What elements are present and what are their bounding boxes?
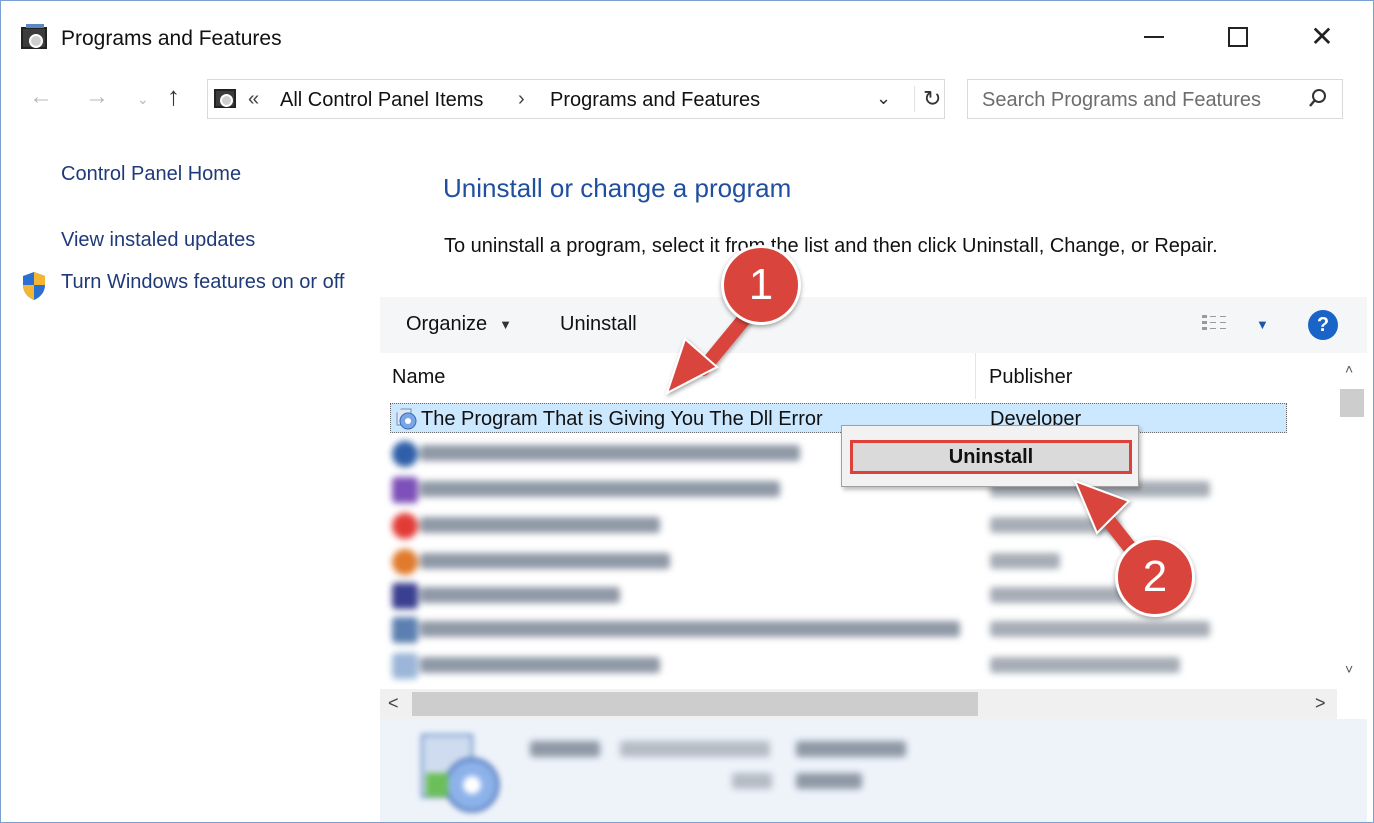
scroll-down-icon[interactable]: ˅: [1345, 661, 1353, 677]
close-button[interactable]: ✕: [1299, 17, 1345, 57]
organize-button[interactable]: Organize ▼: [406, 313, 512, 336]
maximize-icon: [1228, 27, 1248, 47]
program-icon: [392, 477, 418, 503]
blurred-text: [990, 621, 1210, 637]
scroll-up-icon[interactable]: ˄: [1345, 361, 1353, 377]
horizontal-scroll-thumb[interactable]: [412, 692, 978, 716]
minimize-button[interactable]: [1131, 17, 1177, 57]
window-title: Programs and Features: [61, 27, 282, 50]
blurred-text: [420, 621, 960, 637]
blurred-text: [990, 553, 1060, 569]
breadcrumb-overflow[interactable]: «: [248, 88, 259, 111]
program-icon: [396, 408, 417, 430]
blurred-text: [420, 553, 670, 569]
table-row[interactable]: The Program That is Giving You The Dll E…: [390, 403, 1287, 433]
breadcrumb-all-control-panel-items[interactable]: All Control Panel Items: [280, 89, 483, 112]
program-list: Name Publisher The Program That is Givin…: [380, 353, 1367, 719]
program-icon: [392, 513, 418, 539]
view-dropdown-icon[interactable]: ▼: [1256, 317, 1269, 332]
uninstall-toolbar-button[interactable]: Uninstall: [560, 313, 637, 336]
program-icon: [392, 441, 418, 467]
shield-icon: [23, 272, 45, 300]
search-icon[interactable]: [1308, 88, 1328, 114]
blurred-text: [796, 773, 862, 789]
page-description: To uninstall a program, select it from t…: [444, 235, 1218, 257]
blurred-text: [420, 445, 800, 461]
blurred-text: [990, 657, 1180, 673]
column-header-name[interactable]: Name: [380, 353, 976, 399]
blurred-text: [420, 587, 620, 603]
details-pane: [380, 719, 1367, 822]
search-input[interactable]: Search Programs and Features: [967, 79, 1343, 119]
blurred-text: [990, 587, 1130, 603]
control-panel-icon: [214, 89, 236, 108]
program-details-icon: [421, 734, 500, 813]
breadcrumb-programs-and-features[interactable]: Programs and Features: [550, 89, 760, 112]
step-1-badge: 1: [721, 245, 801, 325]
blurred-list-item[interactable]: [390, 439, 1287, 469]
minimize-icon: [1144, 36, 1164, 38]
program-icon: [392, 617, 418, 643]
blurred-text: [530, 741, 600, 757]
breadcrumb-separator-icon[interactable]: ›: [518, 88, 525, 111]
organize-label: Organize: [406, 313, 488, 335]
program-icon: [392, 549, 418, 575]
control-panel-icon: [21, 24, 47, 49]
help-icon[interactable]: ?: [1308, 310, 1338, 340]
program-name: The Program That is Giving You The Dll E…: [421, 408, 823, 430]
vertical-scrollbar[interactable]: ˄ ˅: [1337, 353, 1367, 689]
blurred-list-item[interactable]: [390, 475, 1287, 505]
close-icon: ✕: [1310, 21, 1334, 52]
vertical-scroll-thumb[interactable]: [1340, 389, 1364, 417]
scroll-right-icon[interactable]: >: [1315, 693, 1326, 714]
blurred-text: [420, 517, 660, 533]
search-placeholder: Search Programs and Features: [982, 89, 1262, 111]
column-header-publisher[interactable]: Publisher: [977, 353, 1337, 399]
page-title: Uninstall or change a program: [443, 173, 792, 203]
command-toolbar: Organize ▼ Uninstall ▼ ?: [380, 297, 1367, 353]
program-icon: [392, 653, 418, 679]
context-menu: Uninstall: [841, 425, 1139, 487]
recent-locations-chevron-icon[interactable]: ⌄: [137, 91, 149, 108]
control-panel-home-link[interactable]: Control Panel Home: [61, 159, 241, 189]
scroll-left-icon[interactable]: <: [388, 693, 399, 714]
horizontal-scrollbar[interactable]: < >: [380, 689, 1337, 719]
blurred-text: [796, 741, 906, 757]
left-task-pane: Control Panel Home View instaled updates…: [1, 125, 381, 822]
program-icon: [392, 583, 418, 609]
programs-and-features-window: Programs and Features ✕ ← → ⌄ ↑ « All Co…: [0, 0, 1374, 823]
view-installed-updates-link[interactable]: View instaled updates: [61, 225, 255, 255]
view-options-icon[interactable]: [1202, 313, 1234, 335]
chevron-down-icon: ▼: [499, 317, 513, 333]
maximize-button[interactable]: [1215, 17, 1261, 57]
blurred-text: [990, 517, 1120, 533]
turn-windows-features-link[interactable]: Turn Windows features on or off: [61, 267, 361, 297]
address-bar[interactable]: « All Control Panel Items › Programs and…: [207, 79, 945, 119]
context-menu-uninstall[interactable]: Uninstall: [850, 440, 1132, 474]
refresh-icon[interactable]: ↻: [914, 86, 941, 112]
blurred-text: [420, 657, 660, 673]
title-bar: Programs and Features ✕: [1, 1, 1373, 73]
blurred-text: [620, 741, 770, 757]
back-arrow-icon[interactable]: ←: [29, 83, 53, 111]
blurred-text: [420, 481, 780, 497]
step-2-badge: 2: [1115, 537, 1195, 617]
address-dropdown-icon[interactable]: ⌄: [876, 88, 891, 109]
blurred-list-item[interactable]: [390, 615, 1287, 645]
up-arrow-icon[interactable]: ↑: [167, 81, 180, 112]
navigation-bar: ← → ⌄ ↑ « All Control Panel Items › Prog…: [1, 73, 1373, 125]
forward-arrow-icon[interactable]: →: [85, 83, 109, 111]
blurred-text: [732, 773, 772, 789]
blurred-list-item[interactable]: [390, 651, 1287, 681]
